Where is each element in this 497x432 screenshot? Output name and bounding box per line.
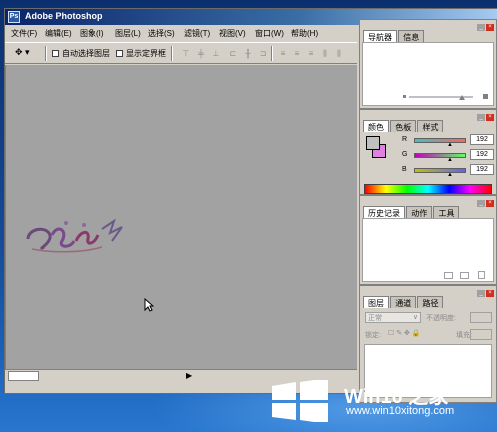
- red-slider-track[interactable]: [414, 138, 466, 143]
- menu-window[interactable]: 窗口(W): [255, 28, 284, 39]
- align-hcenter-icon[interactable]: ╫: [242, 49, 254, 59]
- show-bounds-checkbox[interactable]: [116, 50, 123, 57]
- history-panel: _ × 历史记录 动作 工具: [359, 195, 497, 285]
- green-value-field[interactable]: 192: [470, 149, 494, 160]
- show-bounds-label: 显示定界框: [126, 49, 166, 58]
- align-top-icon[interactable]: ⊤: [180, 49, 192, 59]
- new-document-icon[interactable]: [444, 272, 453, 279]
- minimize-icon[interactable]: _: [477, 200, 485, 207]
- close-icon[interactable]: ×: [486, 24, 494, 31]
- blue-value-field[interactable]: 192: [470, 164, 494, 175]
- tab-tools[interactable]: 工具: [433, 206, 460, 218]
- distribute-bottom-icon[interactable]: ≡: [305, 49, 317, 59]
- scroll-thumb[interactable]: [8, 371, 39, 381]
- tab-history[interactable]: 历史记录: [363, 206, 405, 218]
- tab-swatches[interactable]: 色板: [390, 120, 417, 132]
- blue-slider-track[interactable]: [414, 168, 466, 173]
- chevron-down-icon: ∨: [412, 314, 418, 321]
- minimize-icon[interactable]: _: [477, 24, 485, 31]
- minimize-icon[interactable]: _: [477, 290, 485, 297]
- move-tool-icon[interactable]: ✥ ▾: [15, 47, 35, 61]
- close-icon[interactable]: ×: [486, 200, 494, 207]
- blend-mode-value: 正常: [368, 315, 382, 322]
- align-left-icon[interactable]: ⊏: [227, 49, 239, 59]
- menu-view[interactable]: 视图(V): [219, 28, 246, 39]
- tab-color[interactable]: 颜色: [363, 120, 389, 132]
- watermark-url: www.win10xitong.com: [346, 405, 455, 417]
- opacity-field[interactable]: [470, 312, 492, 323]
- color-spectrum-bar[interactable]: [364, 184, 492, 194]
- foreground-color-swatch[interactable]: [366, 136, 380, 150]
- blue-label: B: [402, 166, 407, 173]
- close-icon[interactable]: ×: [486, 114, 494, 121]
- red-slider-row: R ▲ 192: [402, 134, 494, 148]
- fill-field[interactable]: [470, 329, 492, 340]
- menu-filter[interactable]: 滤镜(T): [184, 28, 210, 39]
- tab-actions[interactable]: 动作: [406, 206, 433, 218]
- menu-select[interactable]: 选择(S): [148, 28, 175, 39]
- menu-edit[interactable]: 编辑(E): [45, 28, 72, 39]
- tab-channels[interactable]: 通道: [390, 296, 417, 308]
- lock-icons[interactable]: ☐ ✎ ✥ 🔒: [388, 329, 421, 337]
- green-label: G: [402, 151, 408, 158]
- navigator-panel: _ × 导航器 信息: [359, 19, 497, 109]
- distribute-left-icon[interactable]: ⫼: [319, 49, 331, 59]
- color-panel: _ × 颜色 色板 样式 R ▲ 192 G ▲ 192 B ▲ 192: [359, 109, 497, 195]
- minimize-icon[interactable]: _: [477, 114, 485, 121]
- opacity-label: 不透明度:: [426, 315, 456, 322]
- options-bar: ✥ ▾ 自动选择图层 显示定界框 ⊤ ╪ ⊥ ⊏ ╫ ⊐ ≡ ≡ ≡ ⫼ ⫼: [5, 42, 357, 64]
- distribute-top-icon[interactable]: ≡: [277, 49, 289, 59]
- red-value-field[interactable]: 192: [470, 134, 494, 145]
- tab-paths[interactable]: 路径: [417, 296, 444, 308]
- color-body: R ▲ 192 G ▲ 192 B ▲ 192: [362, 132, 494, 192]
- divider: [45, 46, 47, 61]
- lock-label: 锁定:: [365, 332, 381, 339]
- window-title: Adobe Photoshop: [25, 11, 103, 21]
- logo-watermark-icon: [26, 218, 123, 253]
- win10-watermark: Win10 之家 www.win10xitong.com: [262, 378, 493, 424]
- tab-info[interactable]: 信息: [398, 30, 425, 42]
- mouse-cursor-icon: [144, 298, 154, 312]
- scroll-right-arrow-icon[interactable]: ▶: [186, 371, 192, 380]
- windows-logo-icon: [272, 380, 328, 422]
- photoshop-window: Ps Adobe Photoshop 文件(F) 编辑(E) 图象(I) 图层(…: [4, 8, 497, 403]
- blue-slider-row: B ▲ 192: [402, 164, 494, 178]
- trash-icon[interactable]: [478, 271, 485, 279]
- red-slider-knob-icon[interactable]: ▲: [447, 142, 453, 148]
- distribute-right-icon[interactable]: ⫼: [333, 49, 345, 59]
- menu-layer[interactable]: 图层(L): [115, 28, 141, 39]
- red-label: R: [402, 136, 408, 143]
- photoshop-icon: Ps: [8, 11, 20, 23]
- auto-select-label: 自动选择图层: [62, 49, 110, 58]
- menu-file[interactable]: 文件(F): [11, 28, 37, 39]
- tab-navigator[interactable]: 导航器: [363, 30, 397, 42]
- green-slider-knob-icon[interactable]: ▲: [447, 157, 453, 163]
- close-icon[interactable]: ×: [486, 290, 494, 297]
- align-vcenter-icon[interactable]: ╪: [195, 49, 207, 59]
- green-slider-track[interactable]: [414, 153, 466, 158]
- history-body: [362, 218, 494, 282]
- zoom-slider[interactable]: [403, 93, 493, 101]
- menu-image[interactable]: 图象(I): [80, 28, 104, 39]
- align-bottom-icon[interactable]: ⊥: [210, 49, 222, 59]
- menu-help[interactable]: 帮助(H): [291, 28, 318, 39]
- distribute-vcenter-icon[interactable]: ≡: [291, 49, 303, 59]
- workspace-canvas[interactable]: [5, 65, 357, 369]
- tab-styles[interactable]: 样式: [417, 120, 444, 132]
- green-slider-row: G ▲ 192: [402, 149, 494, 163]
- align-right-icon[interactable]: ⊐: [257, 49, 269, 59]
- auto-select-checkbox[interactable]: [52, 50, 59, 57]
- divider: [271, 46, 273, 61]
- new-snapshot-icon[interactable]: [460, 272, 469, 279]
- blend-mode-select[interactable]: 正常 ∨: [365, 312, 421, 323]
- navigator-body: [362, 42, 494, 106]
- tab-layers[interactable]: 图层: [363, 296, 389, 308]
- divider: [171, 46, 173, 61]
- blue-slider-knob-icon[interactable]: ▲: [447, 172, 453, 178]
